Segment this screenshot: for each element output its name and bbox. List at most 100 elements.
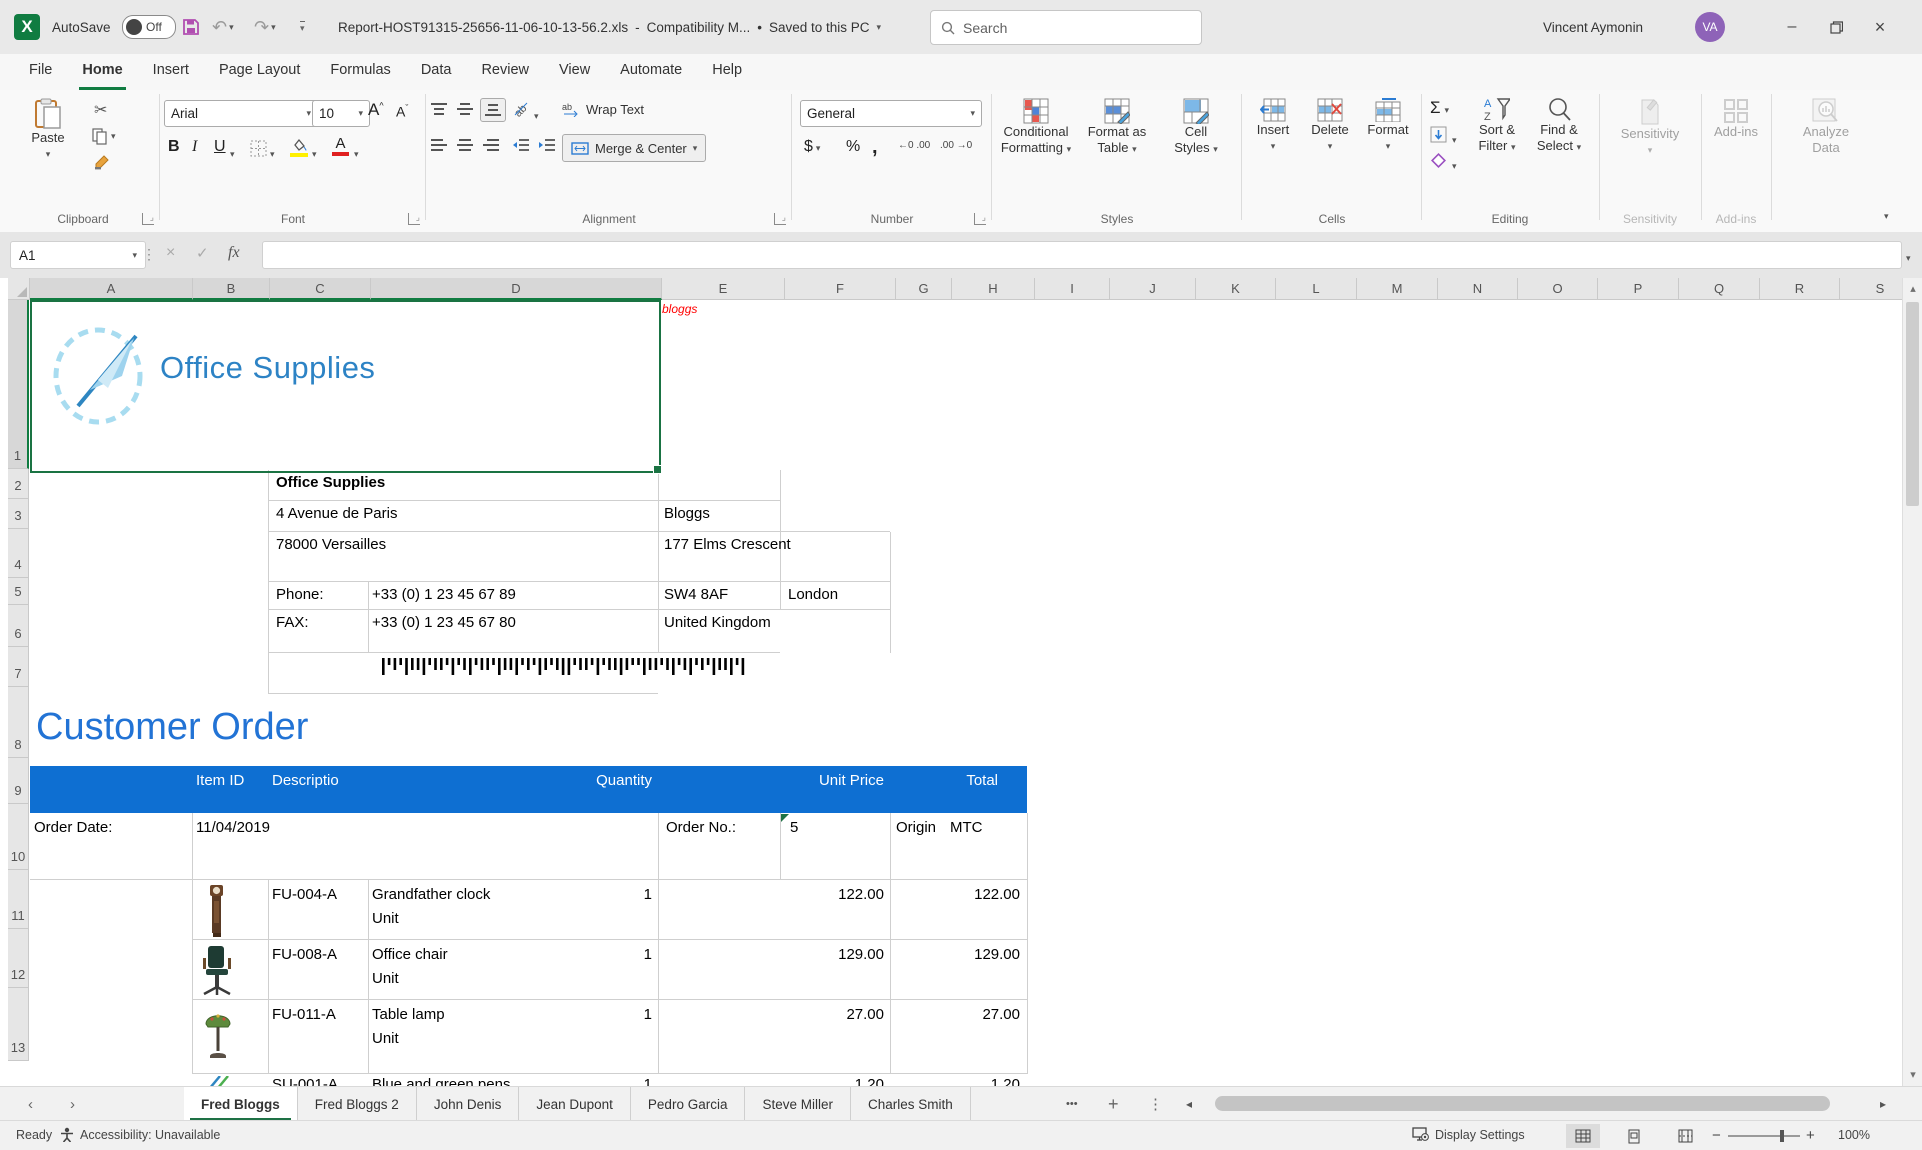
cancel-button[interactable]: ×: [166, 244, 175, 262]
tab-page-layout[interactable]: Page Layout: [204, 54, 315, 90]
sheet-tab-jean-dupont[interactable]: Jean Dupont: [519, 1087, 631, 1121]
underline-options-chevron[interactable]: ▾: [230, 144, 235, 160]
horizontal-scrollbar[interactable]: [1205, 1094, 1855, 1114]
conditional-formatting-button[interactable]: Conditional Formatting ▾: [996, 98, 1076, 157]
cut-button[interactable]: ✂: [94, 100, 107, 120]
enter-button[interactable]: ✓: [196, 244, 209, 262]
item-qty[interactable]: 1: [560, 1076, 652, 1086]
italic-button[interactable]: I: [192, 138, 197, 156]
item-name[interactable]: Office chair: [372, 946, 448, 963]
cell-origin-label[interactable]: Origin: [896, 819, 936, 836]
decrease-decimal-button[interactable]: .00 →0: [940, 140, 972, 151]
sensitivity-button[interactable]: Sensitivity ▾: [1612, 98, 1688, 158]
borders-button[interactable]: [250, 140, 267, 157]
clipboard-dialog-launcher[interactable]: ⌟: [142, 213, 154, 225]
fill-color-button[interactable]: [290, 138, 308, 157]
customize-qat-button[interactable]: ▾: [300, 0, 305, 54]
sheet-options-kebab[interactable]: ⋮: [1148, 1087, 1163, 1121]
restore-button[interactable]: [1814, 0, 1858, 54]
tab-insert[interactable]: Insert: [138, 54, 204, 90]
item-price[interactable]: 129.00: [760, 946, 884, 963]
item-qty[interactable]: 1: [560, 886, 652, 903]
align-bottom-button[interactable]: [480, 98, 506, 122]
wrap-text-button[interactable]: ab Wrap Text: [562, 102, 644, 117]
cell-fax-label[interactable]: FAX:: [276, 614, 309, 631]
close-button[interactable]: ×: [1858, 0, 1902, 54]
sheet-tab-fred-bloggs-2[interactable]: Fred Bloggs 2: [298, 1087, 417, 1121]
insert-function-button[interactable]: fx: [228, 244, 240, 262]
formula-input[interactable]: [262, 241, 1902, 269]
redo-button[interactable]: ↷▾: [254, 0, 276, 54]
align-right-button[interactable]: [482, 138, 500, 152]
decrease-indent-button[interactable]: [512, 138, 530, 152]
th-item-id[interactable]: Item ID: [196, 772, 244, 789]
item-total[interactable]: 1.20: [896, 1076, 1020, 1086]
item-price[interactable]: 1.20: [760, 1076, 884, 1086]
tab-help[interactable]: Help: [697, 54, 757, 90]
excel-app-icon[interactable]: X: [14, 0, 40, 54]
accessibility-status[interactable]: Accessibility: Unavailable: [60, 1127, 220, 1142]
cell-origin[interactable]: MTC: [950, 819, 983, 836]
clear-chevron[interactable]: ▾: [1452, 156, 1457, 172]
delete-cells-button[interactable]: Delete ▾: [1302, 98, 1358, 154]
orientation-button[interactable]: ab: [512, 100, 530, 118]
cell-order-no-label[interactable]: Order No.:: [666, 819, 736, 836]
cell-country[interactable]: United Kingdom: [664, 614, 771, 631]
cell-addr-city[interactable]: 78000 Versailles: [276, 536, 386, 553]
sheet-tab-fred-bloggs[interactable]: Fred Bloggs: [184, 1087, 298, 1121]
align-middle-button[interactable]: [456, 102, 474, 116]
item-name[interactable]: Grandfather clock: [372, 886, 490, 903]
item-qty[interactable]: 1: [560, 946, 652, 963]
item-price[interactable]: 122.00: [760, 886, 884, 903]
borders-chevron[interactable]: ▾: [270, 144, 275, 160]
zoom-level[interactable]: 100%: [1838, 1128, 1870, 1142]
cell-company-name[interactable]: Office Supplies: [276, 474, 385, 491]
zoom-in-button[interactable]: +: [1806, 1127, 1815, 1144]
expand-formula-bar-button[interactable]: ▾: [1906, 248, 1911, 264]
sheet-nav-next[interactable]: ›: [70, 1087, 75, 1121]
analyze-data-button[interactable]: Analyze Data: [1788, 98, 1864, 156]
clear-button[interactable]: [1430, 152, 1447, 169]
paste-button[interactable]: Paste ▾: [12, 98, 84, 162]
item-id[interactable]: FU-008-A: [272, 946, 337, 963]
font-name-select[interactable]: Arial▾: [164, 100, 318, 127]
item-total[interactable]: 122.00: [896, 886, 1020, 903]
item-qty[interactable]: 1: [560, 1006, 652, 1023]
new-sheet-button[interactable]: +: [1108, 1087, 1119, 1121]
item-name[interactable]: Table lamp: [372, 1006, 445, 1023]
view-page-layout-button[interactable]: [1617, 1124, 1651, 1148]
increase-indent-button[interactable]: [538, 138, 556, 152]
sort-filter-button[interactable]: AZ Sort & Filter ▾: [1468, 96, 1526, 155]
account-avatar[interactable]: VA: [1695, 0, 1725, 54]
sheet-tab-steve-miller[interactable]: Steve Miller: [745, 1087, 851, 1121]
scroll-down-arrow[interactable]: ▾: [1903, 1068, 1922, 1081]
item-total[interactable]: 27.00: [896, 1006, 1020, 1023]
tab-automate[interactable]: Automate: [605, 54, 697, 90]
fill-color-chevron[interactable]: ▾: [312, 144, 317, 160]
item-unit[interactable]: Unit: [372, 1030, 399, 1047]
insert-cells-button[interactable]: Insert ▾: [1246, 98, 1300, 154]
font-size-select[interactable]: 10▾: [312, 100, 370, 127]
item-total[interactable]: 129.00: [896, 946, 1020, 963]
font-color-chevron[interactable]: ▾: [354, 144, 359, 160]
cell-cust-street[interactable]: 177 Elms Crescent: [664, 536, 791, 553]
tab-file[interactable]: File: [14, 54, 67, 90]
tab-data[interactable]: Data: [406, 54, 467, 90]
comma-button[interactable]: ,: [872, 136, 878, 159]
minimize-button[interactable]: –: [1770, 0, 1814, 54]
fill-chevron[interactable]: ▾: [1452, 130, 1457, 146]
sheet-tab-john-denis[interactable]: John Denis: [417, 1087, 520, 1121]
increase-font-button[interactable]: A^: [368, 100, 384, 120]
align-left-button[interactable]: [430, 138, 448, 152]
find-select-button[interactable]: Find & Select ▾: [1528, 96, 1590, 155]
format-painter-button[interactable]: [94, 154, 110, 170]
cell-postcode[interactable]: SW4 8AF: [664, 586, 728, 603]
undo-button[interactable]: ↶▾: [212, 0, 234, 54]
company-logo[interactable]: [48, 318, 158, 428]
alignment-dialog-launcher[interactable]: ⌟: [774, 213, 786, 225]
copy-button[interactable]: ▾: [92, 128, 116, 145]
th-total[interactable]: Total: [860, 772, 998, 789]
sheet-tab-pedro-garcia[interactable]: Pedro Garcia: [631, 1087, 746, 1121]
zoom-out-button[interactable]: −: [1712, 1127, 1721, 1144]
search-input[interactable]: Search: [930, 10, 1202, 45]
